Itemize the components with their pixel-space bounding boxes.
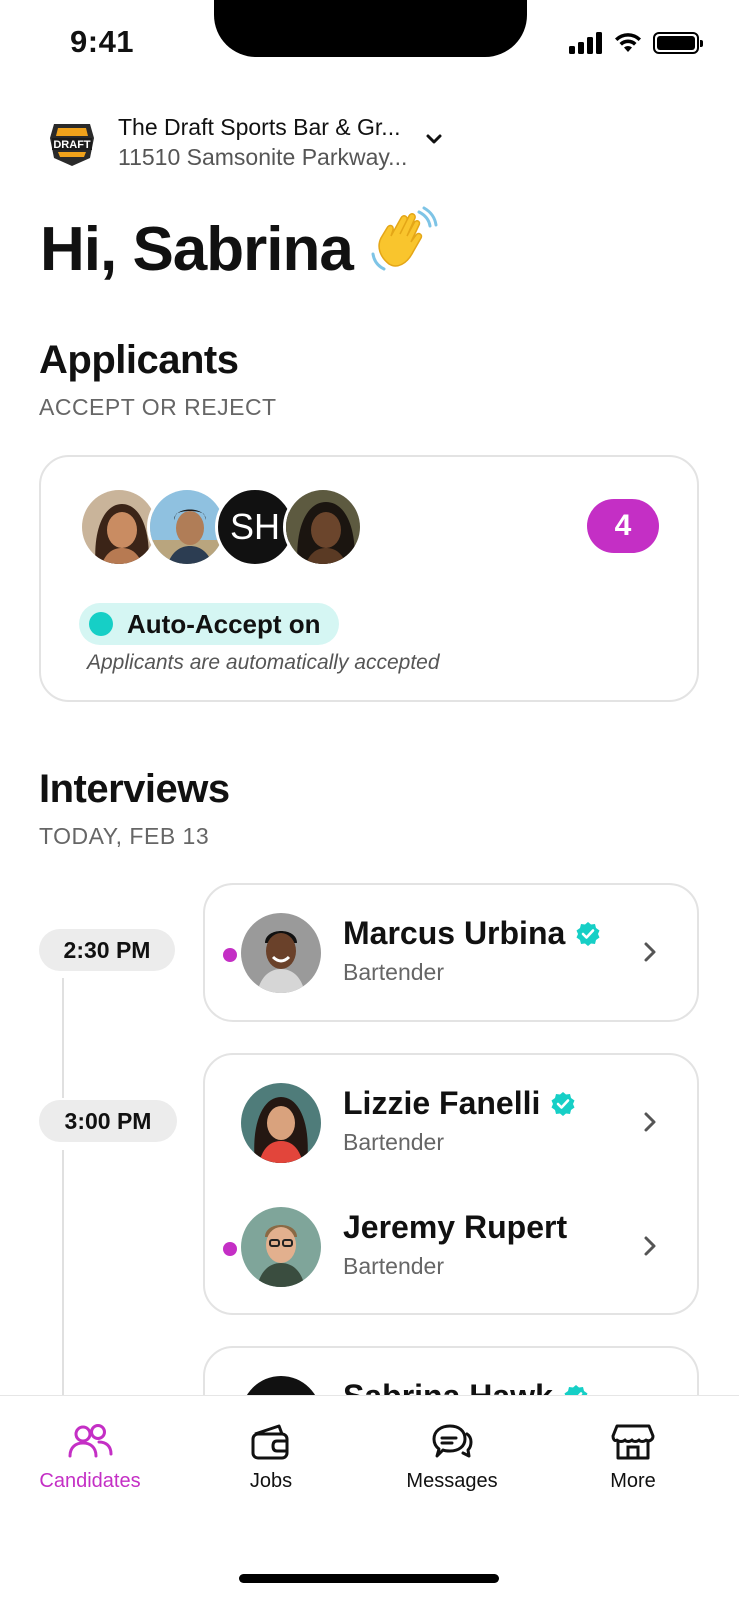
applicant-count-badge: 4 [587,499,659,553]
interview-card: Lizzie Fanelli Bartender Jeremy Rupert B… [203,1053,699,1315]
verified-check-icon [576,921,600,946]
applicant-avatars: SH [79,487,363,567]
candidate-name: Lizzie Fanelli [343,1085,576,1122]
home-indicator[interactable] [239,1574,499,1583]
tab-label: More [610,1470,656,1492]
interview-row[interactable]: Jeremy Rupert Bartender [205,1207,697,1287]
signal-icon [569,32,602,54]
chevron-right-icon [644,1112,656,1132]
chevron-right-icon [644,1236,656,1256]
venue-selector[interactable]: DRAFT The Draft Sports Bar & Gr... 11510… [44,112,443,172]
timeline-line [62,978,64,1098]
tab-label: Candidates [39,1470,141,1492]
interviews-title: Interviews [39,767,230,811]
chevron-down-icon [426,134,442,144]
greeting-text: Hi, Sabrina [40,215,354,284]
candidate-role: Bartender [343,1253,445,1279]
interview-row[interactable]: Lizzie Fanelli Bartender [205,1083,697,1163]
venue-address: 11510 Samsonite Parkway... [118,144,408,170]
auto-accept-description: Applicants are automatically accepted [87,651,440,674]
candidate-name: Jeremy Rupert [343,1209,568,1245]
tab-label: Messages [406,1470,498,1492]
status-bar: 9:41 [0,0,739,90]
tab-jobs[interactable]: Jobs [191,1422,351,1493]
messages-icon [432,1424,473,1458]
candidates-icon [68,1424,113,1458]
applicant-avatar [283,487,363,567]
svg-text:DRAFT: DRAFT [53,139,91,151]
status-time: 9:41 [70,24,135,59]
wallet-icon [251,1424,289,1460]
status-icons [569,32,703,54]
tab-label: Jobs [249,1470,293,1492]
tab-more[interactable]: More [553,1422,713,1493]
tab-messages[interactable]: Messages [372,1422,532,1493]
venue-logo: DRAFT [50,124,94,166]
verified-check-icon [551,1091,575,1116]
status-dot-icon [89,612,113,636]
venue-name: The Draft Sports Bar & Gr... [118,114,401,140]
chevron-right-icon [644,942,656,962]
avatar [241,1083,321,1163]
wifi-icon [615,33,641,52]
applicants-subtitle: ACCEPT OR REJECT [39,394,277,420]
applicants-title: Applicants [39,338,239,382]
auto-accept-toggle[interactable]: Auto-Accept on [79,603,339,645]
wave-emoji-icon [367,206,439,293]
auto-accept-label: Auto-Accept on [127,608,321,639]
tab-bar: Candidates Jobs Messages More [0,1395,739,1601]
timeline-line [62,1150,64,1395]
unread-dot-icon [223,1242,237,1256]
store-icon [611,1424,655,1460]
tab-candidates[interactable]: Candidates [10,1422,170,1493]
battery-icon [653,32,703,54]
interview-row[interactable]: Marcus Urbina Bartender [205,913,697,993]
avatar [241,913,321,993]
greeting-heading: Hi, Sabrina [40,206,439,293]
time-slot-pill: 3:00 PM [39,1100,177,1142]
candidate-name: Marcus Urbina [343,915,601,952]
avatar [241,1207,321,1287]
applicants-card[interactable]: SH 4 Auto-Accept on Applicants are autom… [39,455,699,702]
device-notch [214,0,527,57]
candidate-role: Bartender [343,959,445,985]
time-slot-pill: 2:30 PM [39,929,175,971]
candidate-role: Bartender [343,1129,445,1155]
interview-card: Marcus Urbina Bartender [203,883,699,1022]
interviews-date: TODAY, FEB 13 [39,823,210,849]
unread-dot-icon [223,948,237,962]
